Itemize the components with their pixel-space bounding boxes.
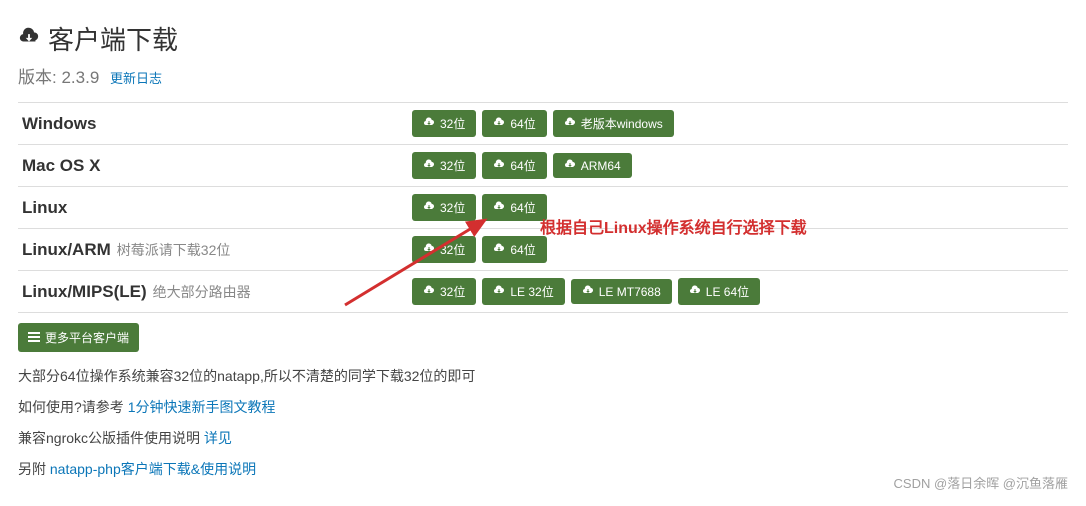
download-button[interactable]: 老版本windows <box>553 110 674 137</box>
cloud-download-icon <box>689 284 701 299</box>
os-cell: Linux <box>18 187 408 229</box>
cloud-download-icon <box>564 158 576 173</box>
download-button-label: 64位 <box>510 199 535 216</box>
download-button[interactable]: LE 64位 <box>678 278 760 305</box>
download-button-label: LE 64位 <box>706 283 749 300</box>
download-button[interactable]: 32位 <box>412 236 476 263</box>
download-button-label: 64位 <box>510 241 535 258</box>
buttons-cell: 32位 64位 ARM64 <box>408 145 1068 187</box>
download-button[interactable]: 32位 <box>412 278 476 305</box>
page-title-text: 客户端下载 <box>48 20 178 57</box>
cloud-download-icon <box>18 23 40 54</box>
download-button-label: 32位 <box>440 157 465 174</box>
download-button-label: 老版本windows <box>581 115 663 132</box>
os-subtitle: 树莓派请下载32位 <box>117 242 231 258</box>
cloud-download-icon <box>493 242 505 257</box>
buttons-cell: 32位 LE 32位 LE MT7688 LE 64位 <box>408 271 1068 313</box>
os-cell: Mac OS X <box>18 145 408 187</box>
download-button-label: 32位 <box>440 283 465 300</box>
table-row: Linux/ARM 树莓派请下载32位 32位 64位 <box>18 229 1068 271</box>
download-button[interactable]: LE 32位 <box>482 278 564 305</box>
download-button-label: LE MT7688 <box>599 285 661 299</box>
list-icon <box>28 331 40 345</box>
table-row: Mac OS X 32位 64位 ARM64 <box>18 145 1068 187</box>
download-button[interactable]: LE MT7688 <box>571 279 672 304</box>
os-cell: Linux/MIPS(LE) 绝大部分路由器 <box>18 271 408 313</box>
version-label: 版本: <box>18 68 57 87</box>
download-button-label: 32位 <box>440 241 465 258</box>
cloud-download-icon <box>423 158 435 173</box>
natapp-php-link[interactable]: natapp-php客户端下载&使用说明 <box>50 461 256 477</box>
os-name: Windows <box>22 114 96 133</box>
download-button-label: 32位 <box>440 199 465 216</box>
cloud-download-icon <box>423 200 435 215</box>
os-cell: Windows <box>18 103 408 145</box>
cloud-download-icon <box>423 116 435 131</box>
cloud-download-icon <box>493 116 505 131</box>
os-name: Mac OS X <box>22 156 100 175</box>
buttons-cell: 32位 64位 <box>408 229 1068 271</box>
os-name: Linux <box>22 198 67 217</box>
note-compat: 大部分64位操作系统兼容32位的natapp,所以不清楚的同学下载32位的即可 <box>18 366 1068 387</box>
buttons-cell: 32位 64位 老版本windows <box>408 103 1068 145</box>
more-platforms-label: 更多平台客户端 <box>45 329 129 346</box>
download-button[interactable]: ARM64 <box>553 153 632 178</box>
ngrokc-detail-link[interactable]: 详见 <box>204 430 232 446</box>
watermark: CSDN @落日余晖 @沉鱼落雁 <box>894 473 1068 492</box>
changelog-link[interactable]: 更新日志 <box>110 71 162 86</box>
download-button-label: 32位 <box>440 115 465 132</box>
version-line: 版本: 2.3.9 更新日志 <box>18 63 1068 88</box>
download-button[interactable]: 32位 <box>412 152 476 179</box>
notes-section: 大部分64位操作系统兼容32位的natapp,所以不清楚的同学下载32位的即可 … <box>18 366 1068 480</box>
more-platforms-button[interactable]: 更多平台客户端 <box>18 323 139 352</box>
download-table: Windows 32位 64位 老版本windows Mac OS X 32位 64位 ARM… <box>18 102 1068 313</box>
download-button-label: 64位 <box>510 115 535 132</box>
cloud-download-icon <box>564 116 576 131</box>
download-button-label: 64位 <box>510 157 535 174</box>
table-row: Linux/MIPS(LE) 绝大部分路由器 32位 LE 32位 LE MT7688 L… <box>18 271 1068 313</box>
os-name: Linux/MIPS(LE) <box>22 282 147 301</box>
download-button[interactable]: 64位 <box>482 152 546 179</box>
download-button-label: ARM64 <box>581 159 621 173</box>
download-button[interactable]: 64位 <box>482 236 546 263</box>
download-button[interactable]: 32位 <box>412 194 476 221</box>
tutorial-link[interactable]: 1分钟快速新手图文教程 <box>128 399 276 415</box>
table-row: Windows 32位 64位 老版本windows <box>18 103 1068 145</box>
download-button[interactable]: 64位 <box>482 194 546 221</box>
page-title: 客户端下载 <box>18 20 1068 57</box>
download-button-label: LE 32位 <box>510 283 553 300</box>
os-subtitle: 绝大部分路由器 <box>153 284 251 300</box>
note-howto: 如何使用?请参考 1分钟快速新手图文教程 <box>18 397 1068 418</box>
note-ngrokc: 兼容ngrokc公版插件使用说明 详见 <box>18 428 1068 449</box>
download-button[interactable]: 64位 <box>482 110 546 137</box>
buttons-cell: 32位 64位 <box>408 187 1068 229</box>
table-row: Linux 32位 64位 <box>18 187 1068 229</box>
cloud-download-icon <box>582 284 594 299</box>
os-name: Linux/ARM <box>22 240 111 259</box>
version-number: 2.3.9 <box>61 68 99 87</box>
cloud-download-icon <box>423 242 435 257</box>
cloud-download-icon <box>493 158 505 173</box>
cloud-download-icon <box>493 200 505 215</box>
cloud-download-icon <box>423 284 435 299</box>
os-cell: Linux/ARM 树莓派请下载32位 <box>18 229 408 271</box>
cloud-download-icon <box>493 284 505 299</box>
download-button[interactable]: 32位 <box>412 110 476 137</box>
